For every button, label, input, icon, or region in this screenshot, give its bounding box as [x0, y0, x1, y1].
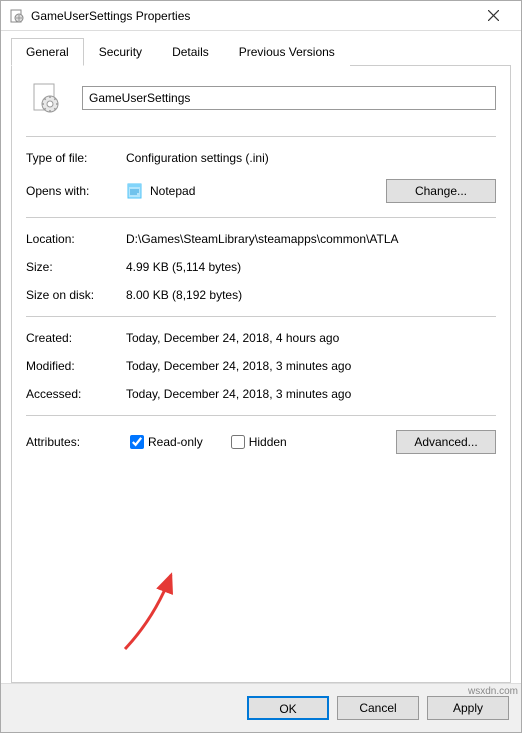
divider: [26, 415, 496, 416]
tab-general[interactable]: General: [11, 38, 84, 66]
hidden-checkbox-wrap[interactable]: Hidden: [227, 432, 287, 452]
label-opens-with: Opens with:: [26, 184, 126, 198]
label-modified: Modified:: [26, 359, 126, 373]
label-location: Location:: [26, 232, 126, 246]
hidden-label: Hidden: [249, 435, 287, 449]
value-location: D:\Games\SteamLibrary\steamapps\common\A…: [126, 232, 496, 246]
readonly-checkbox-wrap[interactable]: Read-only: [126, 432, 203, 452]
value-modified: Today, December 24, 2018, 3 minutes ago: [126, 359, 496, 373]
change-button[interactable]: Change...: [386, 179, 496, 203]
value-opens-with: Notepad: [150, 184, 386, 198]
content-area: General Security Details Previous Versio…: [1, 31, 521, 683]
value-type-of-file: Configuration settings (.ini): [126, 151, 496, 165]
tab-details[interactable]: Details: [157, 38, 224, 66]
general-panel: Type of file: Configuration settings (.i…: [11, 66, 511, 683]
label-size: Size:: [26, 260, 126, 274]
watermark: wsxdn.com: [468, 686, 518, 697]
label-created: Created:: [26, 331, 126, 345]
advanced-button[interactable]: Advanced...: [396, 430, 496, 454]
cancel-button[interactable]: Cancel: [337, 696, 419, 720]
divider: [26, 316, 496, 317]
titlebar: GameUserSettings Properties: [1, 1, 521, 31]
ok-button[interactable]: OK: [247, 696, 329, 720]
divider: [26, 136, 496, 137]
dialog-buttons: OK Cancel Apply: [1, 683, 521, 732]
window-title: GameUserSettings Properties: [31, 9, 473, 23]
close-button[interactable]: [473, 2, 513, 30]
file-settings-icon: [9, 8, 25, 24]
label-size-on-disk: Size on disk:: [26, 288, 126, 302]
label-attributes: Attributes:: [26, 435, 126, 449]
filename-input[interactable]: [82, 86, 496, 110]
tab-strip: General Security Details Previous Versio…: [11, 37, 511, 66]
label-accessed: Accessed:: [26, 387, 126, 401]
tab-previous-versions[interactable]: Previous Versions: [224, 38, 350, 66]
value-accessed: Today, December 24, 2018, 3 minutes ago: [126, 387, 496, 401]
value-size-on-disk: 8.00 KB (8,192 bytes): [126, 288, 496, 302]
hidden-checkbox[interactable]: [231, 435, 245, 449]
apply-button[interactable]: Apply: [427, 696, 509, 720]
value-size: 4.99 KB (5,114 bytes): [126, 260, 496, 274]
ini-file-icon: [26, 78, 66, 118]
notepad-icon: [126, 182, 144, 200]
properties-dialog: GameUserSettings Properties General Secu…: [0, 0, 522, 733]
readonly-label: Read-only: [148, 435, 203, 449]
value-created: Today, December 24, 2018, 4 hours ago: [126, 331, 496, 345]
divider: [26, 217, 496, 218]
tab-security[interactable]: Security: [84, 38, 157, 66]
readonly-checkbox[interactable]: [130, 435, 144, 449]
label-type-of-file: Type of file:: [26, 151, 126, 165]
